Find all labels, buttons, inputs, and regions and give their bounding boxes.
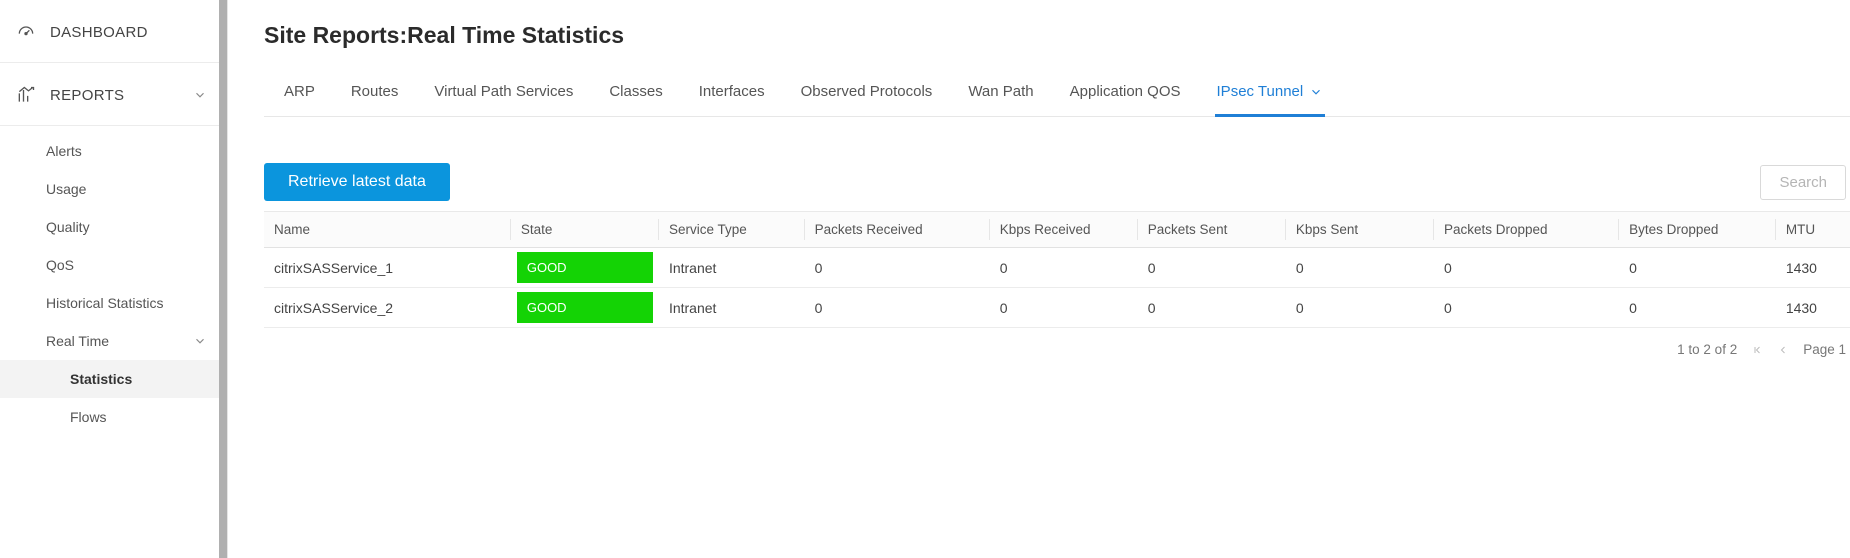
th-name[interactable]: Name (264, 212, 511, 248)
tab-arp[interactable]: ARP (282, 75, 317, 117)
main-content: Site Reports:Real Time Statistics ARP Ro… (228, 0, 1850, 558)
nav-reports[interactable]: REPORTS (0, 63, 227, 126)
cell-kbps-sent: 0 (1286, 288, 1434, 328)
nav-dashboard-label: DASHBOARD (50, 24, 148, 41)
tab-observed-protocols[interactable]: Observed Protocols (799, 75, 935, 117)
tab-label: Virtual Path Services (434, 83, 573, 100)
tabs: ARP Routes Virtual Path Services Classes… (264, 75, 1850, 117)
sidebar-item-label: Alerts (46, 143, 82, 159)
table-header-row: Name State Service Type Packets Received… (264, 212, 1850, 248)
cell-state: GOOD (511, 288, 659, 328)
pager-range: 1 to 2 of 2 (1677, 342, 1737, 357)
sidebar: DASHBOARD REPORTS Alerts Usage Quality Q… (0, 0, 228, 558)
tab-ipsec-tunnel[interactable]: IPsec Tunnel (1215, 75, 1326, 117)
chevron-down-icon (193, 88, 207, 102)
tab-label: IPsec Tunnel (1217, 83, 1304, 100)
tab-label: Observed Protocols (801, 83, 933, 100)
status-badge: GOOD (517, 252, 653, 283)
cell-packets-received: 0 (805, 248, 990, 288)
sidebar-item-label: Quality (46, 219, 90, 235)
th-service-type[interactable]: Service Type (659, 212, 805, 248)
tab-routes[interactable]: Routes (349, 75, 401, 117)
tab-label: Application QOS (1070, 83, 1181, 100)
th-packets-received[interactable]: Packets Received (805, 212, 990, 248)
chart-growth-icon (16, 85, 36, 105)
sidebar-item-flows[interactable]: Flows (0, 398, 227, 436)
cell-packets-sent: 0 (1138, 248, 1286, 288)
sidebar-item-historical-statistics[interactable]: Historical Statistics (0, 284, 227, 322)
cell-kbps-received: 0 (990, 248, 1138, 288)
th-packets-sent[interactable]: Packets Sent (1138, 212, 1286, 248)
tab-interfaces[interactable]: Interfaces (697, 75, 767, 117)
page-title: Site Reports:Real Time Statistics (264, 22, 1850, 49)
tab-label: Classes (609, 83, 662, 100)
scrollbar-thumb[interactable] (219, 0, 227, 558)
sidebar-scrollbar[interactable] (219, 0, 227, 558)
cell-bytes-dropped: 0 (1619, 288, 1776, 328)
th-kbps-received[interactable]: Kbps Received (990, 212, 1138, 248)
chevron-down-icon (193, 334, 207, 348)
pager: 1 to 2 of 2 Page 1 (264, 328, 1850, 357)
retrieve-latest-data-button[interactable]: Retrieve latest data (264, 163, 450, 201)
table-row[interactable]: citrixSASService_1 GOOD Intranet 0 0 0 0… (264, 248, 1850, 288)
cell-kbps-sent: 0 (1286, 248, 1434, 288)
sidebar-item-label: Flows (70, 409, 107, 425)
tab-label: ARP (284, 83, 315, 100)
cell-name: citrixSASService_1 (264, 248, 511, 288)
chevron-down-icon (1309, 85, 1323, 99)
cell-name: citrixSASService_2 (264, 288, 511, 328)
pager-first-icon[interactable] (1751, 344, 1763, 356)
pager-prev-icon[interactable] (1777, 344, 1789, 356)
tab-virtual-path-services[interactable]: Virtual Path Services (432, 75, 575, 117)
tab-label: Wan Path (968, 83, 1033, 100)
sidebar-item-quality[interactable]: Quality (0, 208, 227, 246)
cell-service-type: Intranet (659, 248, 805, 288)
sidebar-item-label: Historical Statistics (46, 295, 163, 311)
sidebar-item-label: QoS (46, 257, 74, 273)
sidebar-item-statistics[interactable]: Statistics (0, 360, 227, 398)
status-badge: GOOD (517, 292, 653, 323)
cell-packets-dropped: 0 (1434, 288, 1619, 328)
search-button[interactable]: Search (1760, 165, 1846, 200)
sidebar-item-real-time[interactable]: Real Time (0, 322, 227, 360)
th-mtu[interactable]: MTU (1776, 212, 1850, 248)
cell-kbps-received: 0 (990, 288, 1138, 328)
pager-page-label: Page 1 (1803, 342, 1846, 357)
nav-dashboard[interactable]: DASHBOARD (0, 0, 227, 63)
th-packets-dropped[interactable]: Packets Dropped (1434, 212, 1619, 248)
th-kbps-sent[interactable]: Kbps Sent (1286, 212, 1434, 248)
table-row[interactable]: citrixSASService_2 GOOD Intranet 0 0 0 0… (264, 288, 1850, 328)
cell-state: GOOD (511, 248, 659, 288)
table: Name State Service Type Packets Received… (264, 211, 1850, 357)
gauge-icon (16, 22, 36, 42)
th-bytes-dropped[interactable]: Bytes Dropped (1619, 212, 1776, 248)
cell-bytes-dropped: 0 (1619, 248, 1776, 288)
tab-label: Interfaces (699, 83, 765, 100)
sidebar-item-label: Usage (46, 181, 86, 197)
sidebar-item-qos[interactable]: QoS (0, 246, 227, 284)
sidebar-item-label: Real Time (46, 333, 109, 349)
reports-subitems: Alerts Usage Quality QoS Historical Stat… (0, 126, 227, 436)
tab-wan-path[interactable]: Wan Path (966, 75, 1035, 117)
cell-mtu: 1430 (1776, 248, 1850, 288)
tab-application-qos[interactable]: Application QOS (1068, 75, 1183, 117)
cell-mtu: 1430 (1776, 288, 1850, 328)
sidebar-item-label: Statistics (70, 371, 132, 387)
sidebar-item-usage[interactable]: Usage (0, 170, 227, 208)
tab-classes[interactable]: Classes (607, 75, 664, 117)
cell-packets-received: 0 (805, 288, 990, 328)
sidebar-item-alerts[interactable]: Alerts (0, 132, 227, 170)
cell-service-type: Intranet (659, 288, 805, 328)
nav-reports-label: REPORTS (50, 87, 124, 104)
th-state[interactable]: State (511, 212, 659, 248)
tab-label: Routes (351, 83, 399, 100)
cell-packets-dropped: 0 (1434, 248, 1619, 288)
toolbar: Retrieve latest data Search (264, 163, 1850, 201)
cell-packets-sent: 0 (1138, 288, 1286, 328)
